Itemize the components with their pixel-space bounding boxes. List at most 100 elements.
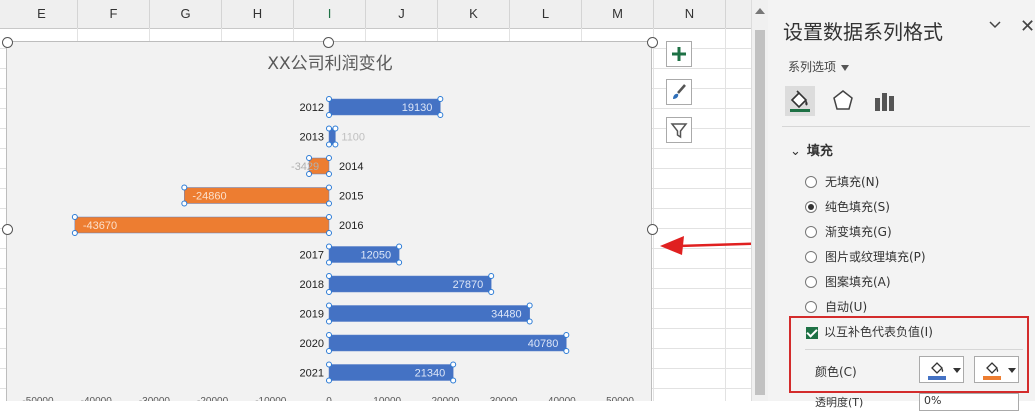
category-label: 2017 (300, 250, 324, 262)
grid-line (653, 28, 654, 401)
color-swatch (928, 376, 946, 380)
radio-picture-fill[interactable]: 图片或纹理填充(P) (805, 248, 926, 266)
column-header-j[interactable]: J (366, 0, 438, 28)
bar-handle (488, 289, 495, 295)
resize-handle[interactable] (647, 37, 658, 48)
radio-solid-fill[interactable]: 纯色填充(S) (805, 198, 890, 216)
category-label: 2013 (300, 132, 324, 144)
x-tick-label: 40000 (548, 396, 576, 401)
column-header-k[interactable]: K (438, 0, 510, 28)
bar-handle (526, 318, 533, 325)
data-label: -24860 (192, 191, 226, 203)
spreadsheet-area[interactable]: EFGHIJKLMN XX公司利润变化 2012 19130 2013 1100 2014… (0, 0, 760, 401)
bar-handle (396, 243, 403, 250)
arrow-annotation (660, 236, 760, 255)
chart-title: XX公司利润变化 (267, 54, 392, 74)
radio-button[interactable] (805, 275, 817, 288)
series-options-label: 系列选项 (788, 60, 837, 74)
resize-handle[interactable] (2, 224, 13, 235)
radio-automatic[interactable]: 自动(U) (805, 298, 867, 316)
series-options-dropdown[interactable]: 系列选项 (788, 58, 850, 75)
resize-handle[interactable] (2, 37, 13, 48)
column-header-i[interactable]: I (294, 0, 366, 28)
bar-handle (326, 184, 332, 191)
data-label: -3429 (291, 161, 319, 173)
radio-button[interactable] (805, 250, 817, 263)
x-tick-label: -20000 (197, 396, 229, 401)
radio-button[interactable] (805, 175, 817, 188)
bar-chart[interactable]: XX公司利润变化 2012 19130 2013 1100 2014 -3429 2015 -2… (7, 42, 653, 401)
radio-label: 图案填充(A) (825, 275, 891, 289)
column-header-row: EFGHIJKLMN (0, 0, 760, 29)
bar-handle (306, 155, 313, 161)
tab-series-options[interactable] (869, 86, 899, 116)
data-label: 34480 (491, 309, 522, 321)
bar-handle (326, 377, 332, 384)
transparency-input[interactable]: 0% (919, 393, 1019, 411)
scroll-thumb[interactable] (755, 30, 765, 395)
scroll-up-icon[interactable] (755, 8, 765, 14)
color-label: 颜色(C) (815, 365, 857, 379)
column-header-h[interactable]: H (222, 0, 294, 28)
bar-handle (437, 112, 444, 118)
tab-fill-line[interactable] (785, 86, 815, 116)
chart-filters-button[interactable] (666, 117, 692, 143)
radio-label: 图片或纹理填充(P) (825, 250, 926, 264)
x-tick-label: 30000 (490, 396, 518, 401)
column-header-m[interactable]: M (582, 0, 654, 28)
x-tick-label: -50000 (22, 396, 54, 401)
invert-color-picker[interactable] (974, 356, 1019, 383)
bar-handle (563, 348, 570, 354)
x-tick-label: 50000 (606, 396, 634, 401)
resize-handle[interactable] (323, 37, 334, 48)
bar-handle (488, 273, 495, 279)
column-header-g[interactable]: G (150, 0, 222, 28)
radio-button[interactable] (805, 225, 817, 238)
section-fill-header[interactable]: ⌄ 填充 (790, 140, 833, 159)
column-header-l[interactable]: L (510, 0, 582, 28)
category-label: 2015 (339, 191, 363, 203)
column-header-e[interactable]: E (6, 0, 78, 28)
bar-handle (326, 112, 332, 118)
chart-styles-button[interactable] (666, 79, 692, 105)
radio-pattern-fill[interactable]: 图案填充(A) (805, 273, 891, 291)
category-label: 2021 (300, 368, 324, 380)
paint-bucket-icon (931, 362, 944, 374)
caret-down-icon (953, 368, 961, 373)
vertical-scrollbar[interactable] (751, 0, 769, 401)
bar-handle (326, 125, 332, 132)
radio-gradient-fill[interactable]: 渐变填充(G) (805, 223, 892, 241)
bar-handle (326, 200, 332, 207)
close-icon[interactable]: ✕ (1020, 16, 1035, 37)
chart-area[interactable]: XX公司利润变化 2012 19130 2013 1100 2014 -3429 2015 -2… (6, 41, 652, 401)
radio-button[interactable] (805, 200, 817, 213)
data-label: 12050 (361, 250, 392, 262)
chevron-down-icon[interactable] (988, 18, 1002, 32)
bar-handle (332, 125, 339, 132)
radio-label: 渐变填充(G) (825, 225, 892, 239)
chart-elements-button[interactable] (666, 41, 692, 67)
invert-if-negative-checkbox[interactable]: 以互补色代表负值(I) (806, 323, 933, 340)
bar-handle (450, 377, 457, 384)
bar-handle (326, 259, 332, 266)
data-label: -43670 (83, 220, 117, 232)
category-label: 2012 (300, 102, 324, 114)
radio-no-fill[interactable]: 无填充(N) (805, 173, 879, 191)
grid-line (725, 28, 726, 401)
tab-effects[interactable] (828, 86, 858, 116)
chevron-down-icon: ⌄ (790, 144, 801, 159)
bar-handle (563, 332, 570, 338)
primary-color-picker[interactable] (919, 356, 964, 383)
data-label: 40780 (528, 338, 559, 350)
bar-handle (181, 184, 188, 191)
data-label: 21340 (415, 368, 446, 380)
bar-handle (326, 348, 332, 354)
series-options-icon (875, 93, 894, 111)
column-header-f[interactable]: F (78, 0, 150, 28)
x-tick-label: 10000 (373, 396, 401, 401)
check-icon[interactable] (806, 326, 818, 339)
bar-handle (326, 171, 332, 177)
radio-button[interactable] (805, 300, 817, 313)
column-header-n[interactable]: N (654, 0, 726, 28)
category-label: 2020 (300, 338, 324, 350)
